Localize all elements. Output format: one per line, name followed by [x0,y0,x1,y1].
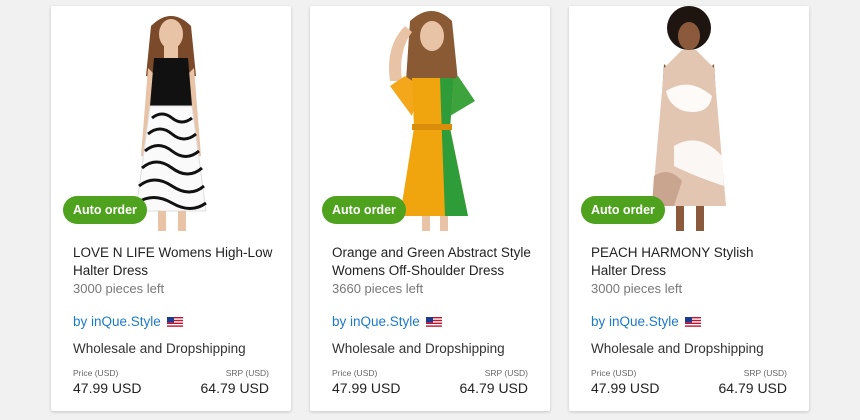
price-label: Price (USD) [332,368,378,378]
auto-order-badge: Auto order [581,196,665,224]
seller-link[interactable]: by inQue.Style [332,314,442,329]
price-block: Price (USD) 47.99 USD [591,368,659,397]
stock-count: 3660 pieces left [332,281,424,296]
srp-label: SRP (USD) [743,368,787,378]
auto-order-badge: Auto order [322,196,406,224]
service-type: Wholesale and Dropshipping [332,341,505,356]
stock-count: 3000 pieces left [73,281,165,296]
price-block: Price (USD) 47.99 USD [73,368,141,397]
product-card[interactable]: Auto order Orange and Green Abstract Sty… [310,6,550,411]
price-block: Price (USD) 47.99 USD [332,368,400,397]
srp-block: SRP (USD) 64.79 USD [460,368,528,397]
stock-count: 3000 pieces left [591,281,683,296]
price-value: 47.99 USD [73,380,142,396]
price-label: Price (USD) [73,368,119,378]
product-card[interactable]: Auto order LOVE N LIFE Womens High-Low H… [51,6,291,411]
srp-value: 64.79 USD [459,380,528,396]
us-flag-icon [684,316,701,327]
us-flag-icon [425,316,442,327]
seller-link[interactable]: by inQue.Style [591,314,701,329]
srp-block: SRP (USD) 64.79 USD [201,368,269,397]
seller-name[interactable]: by inQue.Style [73,314,161,329]
srp-block: SRP (USD) 64.79 USD [719,368,787,397]
product-image-area[interactable]: Auto order [51,6,291,231]
seller-name[interactable]: by inQue.Style [332,314,420,329]
product-title[interactable]: LOVE N LIFE Womens High-Low Halter Dress [73,244,273,280]
product-card[interactable]: Auto order PEACH HARMONY Stylish Halter … [569,6,809,411]
srp-label: SRP (USD) [225,368,269,378]
auto-order-badge: Auto order [63,196,147,224]
us-flag-icon [166,316,183,327]
seller-link[interactable]: by inQue.Style [73,314,183,329]
srp-label: SRP (USD) [484,368,528,378]
srp-value: 64.79 USD [718,380,787,396]
product-image-area[interactable]: Auto order [569,6,809,231]
srp-value: 64.79 USD [200,380,269,396]
product-title[interactable]: Orange and Green Abstract Style Womens O… [332,244,532,280]
price-label: Price (USD) [591,368,637,378]
price-value: 47.99 USD [591,380,660,396]
service-type: Wholesale and Dropshipping [73,341,246,356]
price-value: 47.99 USD [332,380,401,396]
product-title[interactable]: PEACH HARMONY Stylish Halter Dress [591,244,791,280]
service-type: Wholesale and Dropshipping [591,341,764,356]
product-image-area[interactable]: Auto order [310,6,550,231]
seller-name[interactable]: by inQue.Style [591,314,679,329]
